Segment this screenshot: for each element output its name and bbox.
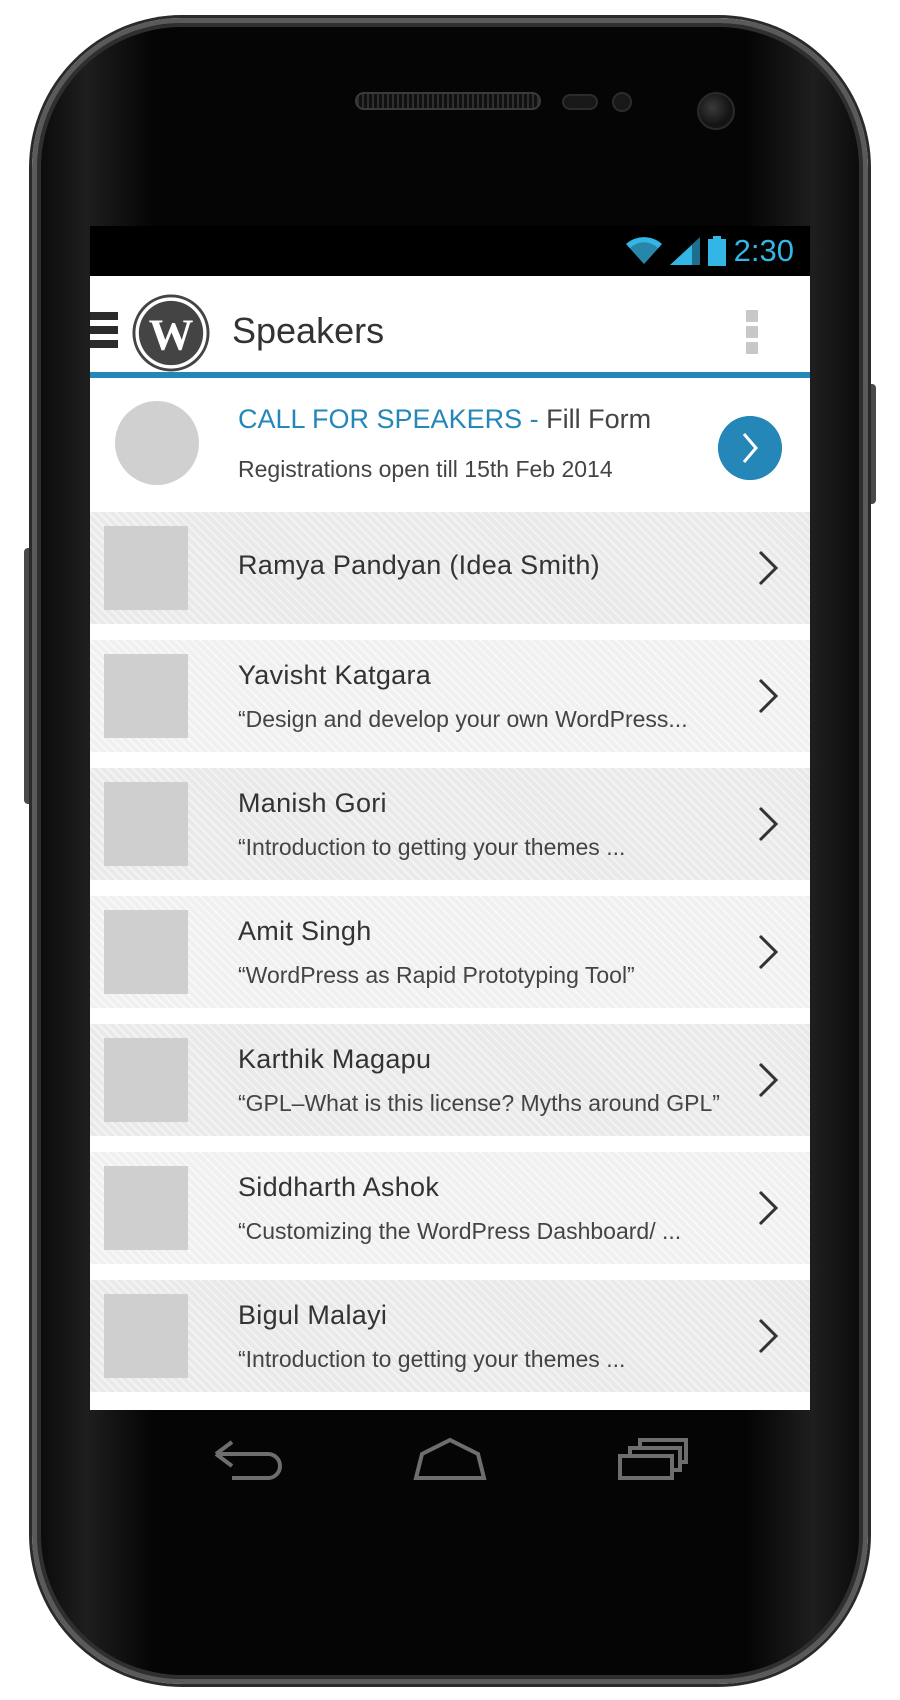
action-bar: W Speakers [90,276,810,378]
phone-screen: 2:30 W Speakers CALL FOR SPEAKERS - Fill… [90,226,810,1410]
speaker-row[interactable]: Ramya Pandyan (Idea Smith) [90,512,810,624]
battery-icon [707,236,726,266]
wifi-icon [625,237,662,264]
speaker-talk-title: “WordPress as Rapid Prototyping Tool” [238,962,635,988]
speaker-name: Siddharth Ashok [238,1172,440,1202]
back-icon[interactable] [212,1434,288,1484]
cfs-title: CALL FOR SPEAKERS - Fill Form [238,404,651,435]
speaker-photo [104,1294,188,1378]
cfs-subtitle: Registrations open till 15th Feb 2014 [238,456,613,482]
navigation-bar [90,1410,810,1520]
speaker-talk-title: “Design and develop your own WordPress..… [238,706,688,732]
app-screen: W Speakers CALL FOR SPEAKERS - Fill Form… [90,276,810,1410]
menu-icon[interactable] [90,312,118,354]
earpiece-speaker [355,92,541,110]
cfs-fill-form-link[interactable]: Fill Form [546,404,651,434]
speaker-name: Bigul Malayi [238,1300,388,1330]
speaker-photo [104,654,188,738]
call-for-speakers-banner[interactable]: CALL FOR SPEAKERS - Fill Form Registrati… [90,384,810,506]
chevron-right-icon [758,678,779,714]
overflow-menu-icon[interactable] [746,310,762,356]
speaker-talk-title: “Customizing the WordPress Dashboard/ ..… [238,1218,682,1244]
status-time: 2:30 [733,233,794,268]
page-title: Speakers [232,310,385,351]
light-sensor [612,92,632,112]
signal-icon [669,237,700,265]
speaker-row[interactable]: Bigul Malayi “Introduction to getting yo… [90,1280,810,1392]
svg-text:W: W [149,310,194,360]
cfs-heading: CALL FOR SPEAKERS - [238,404,547,434]
proximity-sensor [562,94,598,110]
cfs-go-button[interactable] [718,416,782,480]
speaker-name: Yavisht Katgara [238,660,432,690]
home-icon[interactable] [412,1434,488,1484]
recent-apps-icon[interactable] [614,1434,690,1484]
speaker-photo [104,1038,188,1122]
speaker-photo [104,910,188,994]
speaker-photo [104,1166,188,1250]
speaker-row[interactable]: Karthik Magapu “GPL–What is this license… [90,1024,810,1136]
speaker-talk-title: “Introduction to getting your themes ... [238,834,626,860]
cfs-avatar [115,401,199,485]
speaker-name: Manish Gori [238,788,387,818]
chevron-right-icon [758,1318,779,1354]
speakers-list: Ramya Pandyan (Idea Smith) Yavisht Katga… [90,512,810,1408]
wordpress-logo[interactable]: W [132,294,210,372]
chevron-right-icon [758,806,779,842]
chevron-right-icon [758,934,779,970]
speaker-photo [104,526,188,610]
speaker-name: Karthik Magapu [238,1044,432,1074]
speaker-row[interactable]: Amit Singh “WordPress as Rapid Prototypi… [90,896,810,1008]
chevron-right-icon [758,1062,779,1098]
front-camera [697,92,735,130]
speaker-row[interactable]: Siddharth Ashok “Customizing the WordPre… [90,1152,810,1264]
speaker-row[interactable]: Manish Gori “Introduction to getting you… [90,768,810,880]
speaker-talk-title: “GPL–What is this license? Myths around … [238,1090,720,1116]
speaker-name: Ramya Pandyan (Idea Smith) [238,550,600,580]
speaker-talk-title: “Introduction to getting your themes ... [238,1346,626,1372]
chevron-right-icon [758,1190,779,1226]
chevron-right-icon [758,550,779,586]
speaker-photo [104,782,188,866]
status-bar: 2:30 [90,226,810,276]
speaker-name: Amit Singh [238,916,372,946]
speaker-row[interactable]: Yavisht Katgara “Design and develop your… [90,640,810,752]
